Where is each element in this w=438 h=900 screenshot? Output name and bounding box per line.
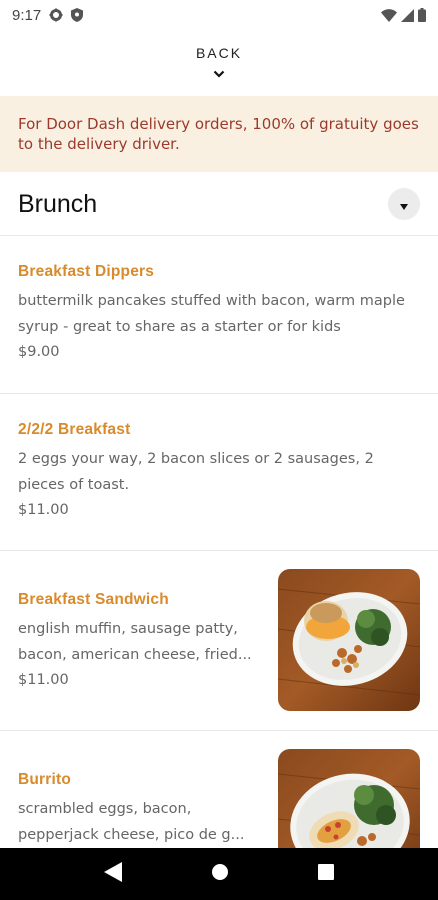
- menu-item-name: Breakfast Dippers: [18, 263, 155, 280]
- menu-item-description: scrambled eggs, bacon, pepperjack cheese…: [18, 796, 263, 848]
- system-nav-bar: [0, 848, 438, 900]
- menu-item-name: 2/2/2 Breakfast: [18, 421, 131, 438]
- status-bar: 9:17: [0, 0, 438, 30]
- shield-icon: [71, 8, 84, 22]
- back-button[interactable]: BACK: [0, 40, 438, 90]
- cellular-signal-icon: [401, 8, 414, 22]
- menu-item[interactable]: Breakfast Dippers buttermilk pancakes st…: [0, 236, 438, 394]
- section-header: Brunch: [0, 173, 438, 236]
- status-time: 9:17: [12, 6, 42, 24]
- description-line: bacon, american cheese, fried...: [18, 647, 252, 663]
- menu-item-price: $9.00: [18, 344, 60, 360]
- menu-item-name: Burrito: [18, 771, 72, 788]
- back-triangle-icon[interactable]: [104, 862, 123, 886]
- gratuity-notice: For Door Dash delivery orders, 100% of g…: [0, 96, 438, 172]
- description-line: english muffin, sausage patty,: [18, 621, 238, 637]
- chevron-down-icon: [213, 63, 225, 82]
- menu-item-text: Breakfast Dippers buttermilk pancakes st…: [18, 263, 420, 360]
- menu-item-name: Breakfast Sandwich: [18, 591, 169, 608]
- menu-item-text: 2/2/2 Breakfast 2 eggs your way, 2 bacon…: [18, 421, 420, 518]
- description-line: scrambled eggs, bacon,: [18, 801, 192, 817]
- recents-square-icon[interactable]: [317, 864, 334, 884]
- battery-icon: [418, 8, 426, 22]
- gear-icon: [49, 8, 63, 22]
- back-label: BACK: [195, 45, 243, 61]
- menu-item-text: Breakfast Sandwich english muffin, sausa…: [18, 591, 263, 688]
- menu-item-text: Burrito scrambled eggs, bacon, pepperjac…: [18, 771, 263, 848]
- caret-down-icon: [400, 195, 408, 214]
- menu-item-description: 2 eggs your way, 2 bacon slices or 2 sau…: [18, 451, 374, 493]
- description-line: pepperjack cheese, pico de g...: [18, 827, 245, 843]
- menu-item-price: $11.00: [18, 502, 69, 518]
- gratuity-notice-text: For Door Dash delivery orders, 100% of g…: [18, 115, 419, 153]
- menu-item[interactable]: 2/2/2 Breakfast 2 eggs your way, 2 bacon…: [0, 394, 438, 551]
- menu-item-price: $11.00: [18, 672, 69, 688]
- menu-item[interactable]: Breakfast Sandwich english muffin, sausa…: [0, 551, 438, 731]
- home-circle-icon[interactable]: [211, 863, 229, 885]
- section-toggle-button[interactable]: [388, 188, 420, 220]
- menu-list: Breakfast Dippers buttermilk pancakes st…: [0, 236, 438, 900]
- wifi-icon: [381, 8, 397, 22]
- food-photo-sandwich[interactable]: [278, 569, 420, 711]
- section-title: Brunch: [18, 189, 98, 218]
- menu-item-description: buttermilk pancakes stuffed with bacon, …: [18, 293, 405, 335]
- menu-item-description: english muffin, sausage patty, bacon, am…: [18, 616, 263, 668]
